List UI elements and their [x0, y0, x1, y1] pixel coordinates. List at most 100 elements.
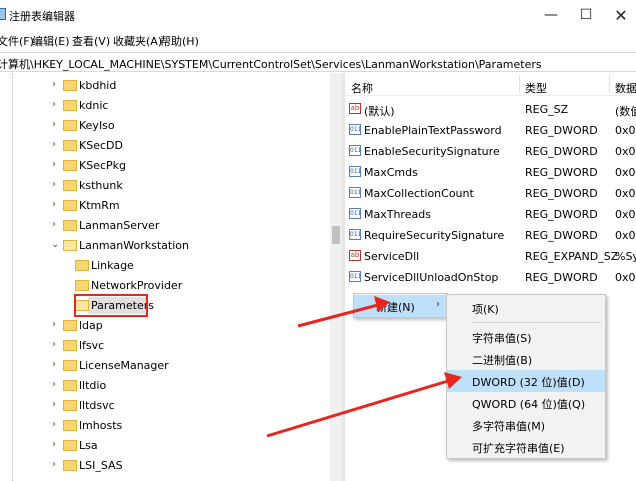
value-name: ServiceDll: [364, 250, 420, 263]
tree-item-ksecdd[interactable]: › KSecDD: [0, 136, 330, 156]
chevron-right-icon[interactable]: ›: [52, 159, 56, 170]
tree-scrollbar[interactable]: [330, 73, 342, 481]
submenu-arrow-icon: ›: [436, 299, 440, 310]
tree-item-keyiso[interactable]: › KeyIso: [0, 116, 330, 136]
chevron-down-icon[interactable]: ⌄: [51, 239, 59, 250]
value-row[interactable]: 011 ServiceDllUnloadOnStop REG_DWORD 0x0…: [345, 267, 636, 288]
tree-item-kdnic[interactable]: › kdnic: [0, 96, 330, 116]
value-type: REG_DWORD: [525, 124, 598, 137]
submenu-item-label: DWORD (32 位)值(D): [472, 376, 585, 389]
new-submenu: 项(K) 字符串值(S) 二进制值(B) DWORD (32 位)值(D) QW…: [446, 294, 606, 459]
tree-item-label: NetworkProvider: [91, 279, 183, 292]
value-row[interactable]: 011 MaxThreads REG_DWORD 0x00: [345, 204, 636, 225]
tree-item-networkprovider[interactable]: NetworkProvider: [0, 276, 330, 296]
tree-item-lltdio[interactable]: › lltdio: [0, 376, 330, 396]
menu-view[interactable]: 查看(V): [72, 33, 110, 49]
folder-icon: [63, 440, 77, 451]
tree-item-lanmanserver[interactable]: › LanmanServer: [0, 216, 330, 236]
tree-item-lmhosts[interactable]: › lmhosts: [0, 416, 330, 436]
submenu-item-dword-value[interactable]: DWORD (32 位)值(D): [447, 370, 605, 392]
submenu-item-qword-value[interactable]: QWORD (64 位)值(Q): [447, 392, 605, 414]
folder-icon: [63, 160, 77, 171]
folder-icon: [63, 220, 77, 231]
value-row[interactable]: 011 MaxCmds REG_DWORD 0x00: [345, 162, 636, 183]
chevron-right-icon[interactable]: ›: [52, 119, 56, 130]
menu-help[interactable]: 帮助(H): [160, 33, 199, 49]
tree-item-label: lltdsvc: [79, 399, 115, 412]
value-name: MaxThreads: [364, 208, 431, 221]
submenu-item-key[interactable]: 项(K): [447, 297, 605, 319]
value-name: MaxCmds: [364, 166, 418, 179]
folder-icon: [63, 460, 77, 471]
tree-item-lsa[interactable]: › Lsa: [0, 436, 330, 456]
column-divider[interactable]: [609, 75, 610, 93]
chevron-right-icon[interactable]: ›: [52, 139, 56, 150]
chevron-right-icon[interactable]: ›: [52, 319, 56, 330]
tree-item-kbdhid[interactable]: › kbdhid: [0, 76, 330, 96]
folder-icon: [63, 120, 77, 131]
address-path[interactable]: 计算机\HKEY_LOCAL_MACHINE\SYSTEM\CurrentCon…: [0, 56, 542, 72]
open-folder-icon: [63, 240, 77, 251]
maximize-button[interactable]: ☐: [569, 2, 603, 28]
tree-item-ksthunk[interactable]: › ksthunk: [0, 176, 330, 196]
scrollbar-thumb[interactable]: [332, 226, 340, 244]
folder-icon: [63, 360, 77, 371]
tree-item-label: lfsvc: [79, 339, 105, 352]
minimize-button[interactable]: —: [534, 2, 568, 28]
folder-icon: [75, 280, 89, 291]
chevron-right-icon[interactable]: ›: [52, 439, 56, 450]
menu-item-new[interactable]: 新建(N) ›: [354, 295, 447, 317]
value-row[interactable]: 011 RequireSecuritySignature REG_DWORD 0…: [345, 225, 636, 246]
chevron-right-icon[interactable]: ›: [52, 219, 56, 230]
chevron-right-icon[interactable]: ›: [52, 379, 56, 390]
value-row[interactable]: 011 EnablePlainTextPassword REG_DWORD 0x…: [345, 120, 636, 141]
chevron-right-icon[interactable]: ›: [52, 179, 56, 190]
key-tree: › kbdhid › kdnic › KeyIso › KSecDD › KSe…: [0, 73, 330, 481]
value-data: 0x00: [615, 166, 636, 179]
tree-item-lltdsvc[interactable]: › lltdsvc: [0, 396, 330, 416]
value-type: REG_EXPAND_SZ: [525, 250, 619, 263]
tree-item-licensemanager[interactable]: › LicenseManager: [0, 356, 330, 376]
column-divider[interactable]: [519, 75, 520, 93]
chevron-right-icon[interactable]: ›: [52, 339, 56, 350]
close-button[interactable]: ✕: [604, 2, 636, 28]
tree-item-ksecpkg[interactable]: › KSecPkg: [0, 156, 330, 176]
tree-item-label: ldap: [79, 319, 103, 332]
chevron-right-icon[interactable]: ›: [52, 399, 56, 410]
binary-value-icon: 011: [349, 229, 361, 240]
submenu-item-multi-string-value[interactable]: 多字符串值(M): [447, 414, 605, 436]
menu-edit[interactable]: 编辑(E): [32, 33, 70, 49]
submenu-item-binary-value[interactable]: 二进制值(B): [447, 348, 605, 370]
folder-icon: [63, 180, 77, 191]
chevron-right-icon[interactable]: ›: [52, 99, 56, 110]
tree-item-label: LSI_SAS: [79, 459, 123, 472]
chevron-right-icon[interactable]: ›: [52, 79, 56, 90]
chevron-right-icon[interactable]: ›: [52, 419, 56, 430]
value-row[interactable]: 011 MaxCollectionCount REG_DWORD 0x00: [345, 183, 636, 204]
tree-item-lsi-sas[interactable]: › LSI_SAS: [0, 456, 330, 476]
chevron-right-icon[interactable]: ›: [52, 199, 56, 210]
tree-item-lanmanworkstation[interactable]: ⌄ LanmanWorkstation: [0, 236, 330, 256]
tree-item-ldap[interactable]: › ldap: [0, 316, 330, 336]
binary-value-icon: 011: [349, 271, 361, 282]
menu-file[interactable]: 文件(F): [0, 33, 34, 49]
value-row[interactable]: 011 EnableSecuritySignature REG_DWORD 0x…: [345, 141, 636, 162]
value-row[interactable]: ab ServiceDll REG_EXPAND_SZ %Sys: [345, 246, 636, 267]
column-data[interactable]: 数据: [615, 80, 636, 96]
column-type[interactable]: 类型: [525, 80, 547, 96]
submenu-item-string-value[interactable]: 字符串值(S): [447, 326, 605, 348]
value-data: (数值: [615, 105, 636, 118]
menu-favorites[interactable]: 收藏夹(A): [113, 33, 162, 49]
column-name[interactable]: 名称: [351, 80, 373, 96]
chevron-right-icon[interactable]: ›: [52, 359, 56, 370]
tree-item-parameters[interactable]: Parameters: [0, 294, 330, 317]
submenu-item-label: 字符串值(S): [472, 332, 532, 345]
tree-item-ktmrm[interactable]: › KtmRm: [0, 196, 330, 216]
chevron-right-icon[interactable]: ›: [52, 459, 56, 470]
value-row[interactable]: ab (默认) REG_SZ (数值: [345, 99, 636, 120]
value-data: 0x00: [615, 271, 636, 284]
address-bar[interactable]: 计算机\HKEY_LOCAL_MACHINE\SYSTEM\CurrentCon…: [0, 52, 636, 72]
tree-item-lfsvc[interactable]: › lfsvc: [0, 336, 330, 356]
submenu-item-expandable-string-value[interactable]: 可扩充字符串值(E): [447, 436, 605, 458]
tree-item-linkage[interactable]: Linkage: [0, 256, 330, 276]
